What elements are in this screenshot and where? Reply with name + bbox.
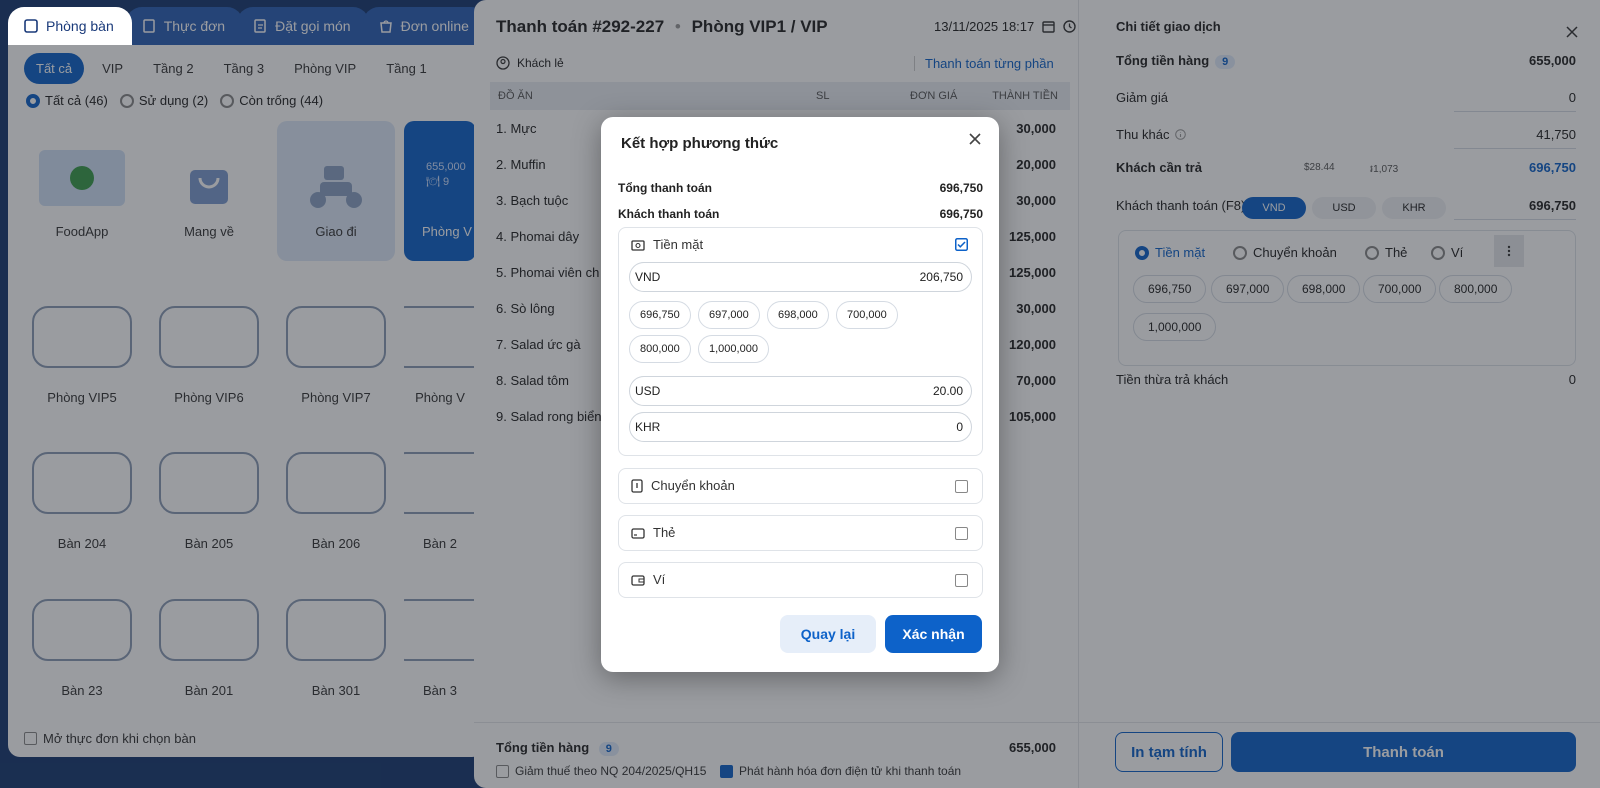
checkbox-icon — [955, 574, 968, 587]
wallet-header: Ví — [631, 572, 665, 587]
modal-title: Kết hợp phương thức — [621, 135, 779, 152]
cash-label: Tiền mặt — [653, 237, 704, 252]
modal-paid-row: Khách thanh toán 696,750 — [618, 207, 983, 221]
wallet-checkbox[interactable] — [955, 574, 968, 587]
quick-amount[interactable]: 698,000 — [767, 301, 829, 329]
cash-icon — [631, 239, 645, 251]
total-value: 696,750 — [939, 181, 983, 195]
tab-phong-ban[interactable]: Phòng bàn — [8, 7, 132, 45]
quick-amount[interactable]: 1,000,000 — [698, 335, 769, 363]
transfer-checkbox[interactable] — [955, 480, 968, 493]
usd-amount-field[interactable]: USD 20.00 — [629, 376, 972, 406]
cash-header[interactable]: Tiền mặt — [631, 237, 703, 252]
quick-amount[interactable]: 800,000 — [629, 335, 691, 363]
close-icon[interactable] — [965, 129, 985, 149]
vnd-label: VND — [635, 270, 661, 284]
card-checkbox[interactable] — [955, 527, 968, 540]
wallet-icon — [631, 574, 645, 586]
cash-card: Tiền mặt VND 206,750 696,750 697,000 698,… — [618, 227, 983, 456]
bank-transfer-icon — [631, 478, 643, 493]
transfer-header: Chuyển khoản — [631, 478, 735, 493]
checkbox-icon — [955, 480, 968, 493]
card-header: Thẻ — [631, 525, 675, 540]
checkbox-icon — [955, 527, 968, 540]
quick-amount[interactable]: 696,750 — [629, 301, 691, 329]
quick-amount[interactable]: 700,000 — [836, 301, 898, 329]
confirm-button[interactable]: Xác nhận — [885, 615, 982, 653]
quick-amount[interactable]: 697,000 — [698, 301, 760, 329]
tab-label: Phòng bàn — [46, 18, 114, 34]
khr-label: KHR — [635, 420, 661, 434]
card-label: Thẻ — [653, 525, 676, 540]
khr-value: 0 — [956, 420, 963, 434]
card-payment-card[interactable]: Thẻ — [618, 515, 983, 551]
usd-value: 20.00 — [932, 384, 963, 398]
modal-total-row: Tổng thanh toán 696,750 — [618, 181, 983, 195]
transfer-label: Chuyển khoản — [651, 478, 735, 493]
back-button[interactable]: Quay lại — [780, 615, 876, 653]
vnd-value: 206,750 — [919, 270, 963, 284]
total-label: Tổng thanh toán — [618, 181, 712, 195]
wallet-label: Ví — [653, 572, 666, 587]
cash-checkbox[interactable] — [955, 238, 968, 254]
paid-value: 696,750 — [939, 207, 983, 221]
combine-methods-modal: Kết hợp phương thức Tổng thanh toán 696,7… — [601, 117, 999, 672]
vnd-amount-field[interactable]: VND 206,750 — [629, 262, 972, 292]
usd-label: USD — [635, 384, 661, 398]
khr-amount-field[interactable]: KHR 0 — [629, 412, 972, 442]
wallet-card[interactable]: Ví — [618, 562, 983, 598]
transfer-card[interactable]: Chuyển khoản — [618, 468, 983, 504]
grid-icon — [24, 19, 38, 33]
credit-card-icon — [631, 527, 645, 539]
paid-label: Khách thanh toán — [618, 207, 720, 221]
